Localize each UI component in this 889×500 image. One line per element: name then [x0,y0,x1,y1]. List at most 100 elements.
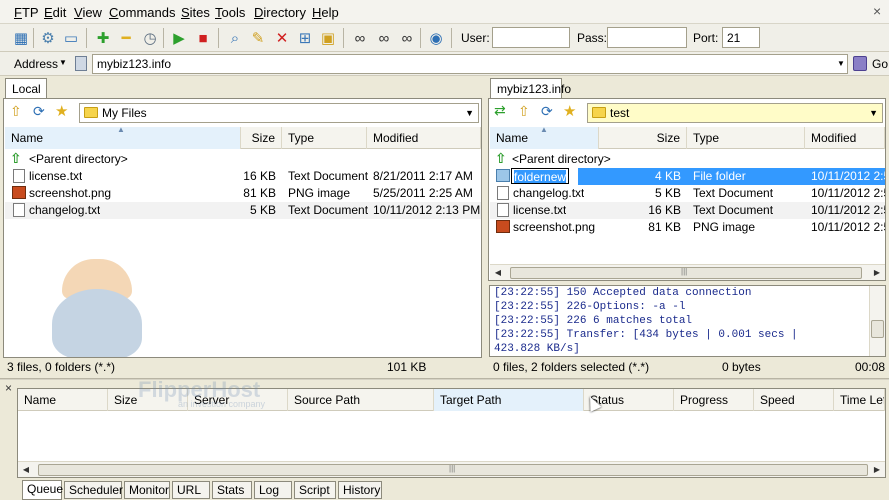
add-icon[interactable]: ✚ [93,28,113,48]
column-size[interactable]: Size [599,127,687,149]
tab-scheduler[interactable]: Scheduler [64,481,123,499]
local-path-input[interactable]: My Files ▼ [79,103,479,123]
column-type[interactable]: Type [687,127,805,149]
close-icon[interactable]: × [873,3,883,19]
site-manager-icon[interactable]: ▦ [11,28,31,48]
menu-edit[interactable]: Edit [44,5,66,20]
column-modified[interactable]: Modified [805,127,885,149]
port-input[interactable] [722,27,760,48]
globe-icon[interactable]: ◉ [426,28,446,48]
column-modified[interactable]: Modified [367,127,481,149]
queue-column-target-path[interactable]: Target Path [434,389,584,411]
new-folder-icon[interactable]: ⊞ [295,28,315,48]
folder-icon[interactable]: ▣ [318,28,338,48]
pass-input[interactable] [607,27,687,48]
column-type[interactable]: Type [282,127,367,149]
path-dropdown-icon[interactable]: ▼ [465,108,474,118]
tab-url[interactable]: URL [172,481,210,499]
tab-remote-site[interactable]: mybiz123.info [490,78,571,98]
menu-directory[interactable]: Directory [254,5,306,20]
settings-icon[interactable]: ⚙ [38,28,58,48]
close-queue-icon[interactable]: × [5,381,12,395]
tab-history[interactable]: History [338,481,382,499]
path-dropdown-icon[interactable]: ▼ [869,108,878,118]
binoculars-icon[interactable]: ∞ [350,28,370,48]
parent-directory-row[interactable]: ⇧ <Parent directory> [5,150,481,168]
menu-tools[interactable]: Tools [215,5,245,20]
menu-ftp[interactable]: FTP [14,5,39,20]
favorite-star-icon[interactable]: ★ [563,102,576,120]
refresh-icon[interactable]: ⟳ [33,103,45,120]
go-button[interactable]: Go [872,57,888,71]
scroll-thumb[interactable]: ||| [38,464,868,476]
folder-icon [84,107,98,118]
remove-icon[interactable]: ━ [116,28,136,48]
dolphin-shape [52,289,142,357]
search-icon[interactable]: ⌕ [225,28,245,48]
table-row[interactable]: license.txt 16 KB Text Document 8/21/201… [5,168,481,185]
rename-input[interactable]: foldernew [511,168,570,184]
column-name[interactable]: Name ▲ [490,125,599,149]
tab-log[interactable]: Log [254,481,292,499]
remote-path-input[interactable]: test ▼ [587,103,883,123]
scroll-left-icon[interactable]: ◀ [492,267,504,279]
scroll-left-icon[interactable]: ◀ [20,464,32,476]
queue-column-source-path[interactable]: Source Path [288,389,434,411]
table-row-selected[interactable]: foldernew 4 KB File folder 10/11/2012 2:… [490,168,885,185]
menu-view[interactable]: View [74,5,102,20]
user-input[interactable] [492,27,570,48]
table-row[interactable]: license.txt 16 KB Text Document 10/11/20… [490,202,885,219]
play-icon[interactable]: ▶ [169,28,189,48]
favorite-star-icon[interactable]: ★ [55,102,68,120]
menu-help[interactable]: Help [312,5,339,20]
address-combo-arrow-icon[interactable]: ▼ [837,59,845,68]
delete-icon[interactable]: ✕ [272,28,292,48]
text-file-icon [497,186,509,200]
queue-horizontal-scrollbar[interactable]: ◀ ||| ▶ [18,461,885,477]
stop-icon[interactable]: ■ [193,28,213,48]
table-row[interactable]: changelog.txt 5 KB Text Document 10/11/2… [5,202,481,219]
pencil-icon[interactable]: ✎ [248,28,268,48]
tab-stats[interactable]: Stats [212,481,252,499]
queue-column-name[interactable]: Name [18,389,108,411]
splitter[interactable] [0,378,889,380]
log-line: 423.828 KB/s] [494,343,580,355]
go-icon[interactable] [853,56,867,71]
binoculars-prev-icon[interactable]: ∞ [397,28,417,48]
remote-path-row: ⇄ ⇧ ⟳ ★ test ▼ [489,101,885,123]
tab-monitor[interactable]: Monitor [124,481,170,499]
pass-label: Pass: [577,31,608,45]
up-folder-icon[interactable]: ⇧ [518,103,530,120]
tab-script[interactable]: Script [294,481,336,499]
binoculars-next-icon[interactable]: ∞ [374,28,394,48]
address-input[interactable]: mybiz123.info [92,54,848,74]
port-label: Port: [693,31,719,45]
menu-sites[interactable]: Sites [181,5,210,20]
address-label[interactable]: Address [14,57,58,71]
refresh-icon[interactable]: ⟳ [541,103,553,120]
menu-commands[interactable]: Commands [109,5,175,20]
column-name[interactable]: Name ▲ [5,125,241,149]
scroll-thumb[interactable] [871,320,884,338]
log-vertical-scrollbar[interactable] [869,286,885,356]
queue-column-progress[interactable]: Progress [674,389,754,411]
column-size[interactable]: Size [241,127,282,149]
table-row[interactable]: changelog.txt 5 KB Text Document 10/11/2… [490,185,885,202]
parent-directory-row[interactable]: ⇧ <Parent directory> [490,150,885,168]
table-row[interactable]: screenshot.png 81 KB PNG image 5/25/2011… [5,185,481,202]
clock-icon[interactable]: ◷ [140,28,160,48]
address-dropdown-icon[interactable]: ▼ [59,58,67,67]
sync-icon[interactable]: ⇄ [494,102,506,119]
brand-tagline: an investion company [178,399,266,409]
remote-horizontal-scrollbar[interactable]: ◀ ||| ▶ [490,264,885,280]
up-folder-icon[interactable]: ⇧ [10,103,22,120]
window-icon[interactable]: ▭ [61,28,81,48]
queue-column-speed[interactable]: Speed [754,389,834,411]
scroll-right-icon[interactable]: ▶ [871,464,883,476]
table-row[interactable]: screenshot.png 81 KB PNG image 10/11/201… [490,219,885,236]
tab-local[interactable]: Local [5,78,47,98]
scroll-thumb[interactable]: ||| [510,267,862,279]
queue-column-time-left[interactable]: Time Left [834,389,885,411]
scroll-right-icon[interactable]: ▶ [871,267,883,279]
tab-queue[interactable]: Queue [22,480,63,500]
